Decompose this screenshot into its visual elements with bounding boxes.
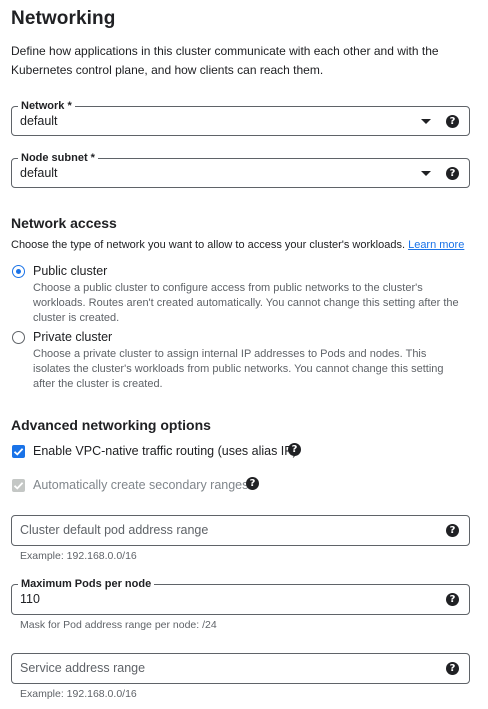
node-subnet-select[interactable]: Node subnet * default ?: [11, 151, 470, 188]
max-pods-label: Maximum Pods per node: [18, 577, 155, 591]
service-address-range-input[interactable]: Service address range ?: [11, 653, 470, 684]
node-subnet-value: default: [20, 166, 58, 180]
network-value: default: [20, 114, 58, 128]
help-icon[interactable]: ?: [446, 167, 459, 180]
network-select[interactable]: Network * default ?: [11, 99, 470, 136]
help-icon[interactable]: ?: [446, 115, 459, 128]
max-pods-value: 110: [20, 592, 40, 606]
dropdown-arrow-icon[interactable]: [421, 171, 431, 176]
private-cluster-description: Choose a private cluster to assign inter…: [33, 348, 444, 390]
help-icon[interactable]: ?: [246, 477, 259, 490]
network-access-text: Choose the type of network you want to a…: [11, 239, 406, 251]
auto-secondary-ranges-label: Automatically create secondary ranges: [33, 478, 249, 492]
network-access-description: Choose the type of network you want to a…: [11, 238, 464, 253]
private-cluster-label[interactable]: Private cluster: [33, 330, 112, 344]
help-icon[interactable]: ?: [288, 443, 301, 456]
vpc-native-label[interactable]: Enable VPC-native traffic routing (uses …: [33, 444, 297, 458]
page-title: Networking: [11, 8, 116, 29]
auto-secondary-ranges-checkbox[interactable]: [12, 479, 25, 492]
pod-address-range-placeholder: Cluster default pod address range: [20, 523, 209, 537]
public-cluster-description: Choose a public cluster to configure acc…: [33, 282, 459, 324]
service-address-range-placeholder: Service address range: [20, 661, 146, 675]
node-subnet-label: Node subnet *: [18, 151, 98, 165]
learn-more-link[interactable]: Learn more: [408, 239, 464, 251]
service-address-range-hint: Example: 192.168.0.0/16: [20, 688, 137, 700]
advanced-networking-heading: Advanced networking options: [11, 417, 211, 433]
pod-address-range-hint: Example: 192.168.0.0/16: [20, 550, 137, 562]
pod-address-range-input[interactable]: Cluster default pod address range ?: [11, 515, 470, 546]
network-access-heading: Network access: [11, 215, 117, 231]
max-pods-input[interactable]: Maximum Pods per node 110 ?: [11, 577, 470, 615]
help-icon[interactable]: ?: [446, 593, 459, 606]
dropdown-arrow-icon[interactable]: [421, 119, 431, 124]
check-icon: [13, 482, 24, 490]
check-icon: [13, 448, 24, 456]
help-icon[interactable]: ?: [446, 524, 459, 537]
public-cluster-label[interactable]: Public cluster: [33, 264, 107, 278]
help-icon[interactable]: ?: [446, 662, 459, 675]
max-pods-hint: Mask for Pod address range per node: /24: [20, 619, 217, 631]
page-description: Define how applications in this cluster …: [11, 44, 439, 77]
vpc-native-checkbox[interactable]: [12, 445, 25, 458]
private-cluster-radio[interactable]: [12, 331, 25, 344]
public-cluster-radio[interactable]: [12, 265, 25, 278]
network-label: Network *: [18, 99, 75, 113]
